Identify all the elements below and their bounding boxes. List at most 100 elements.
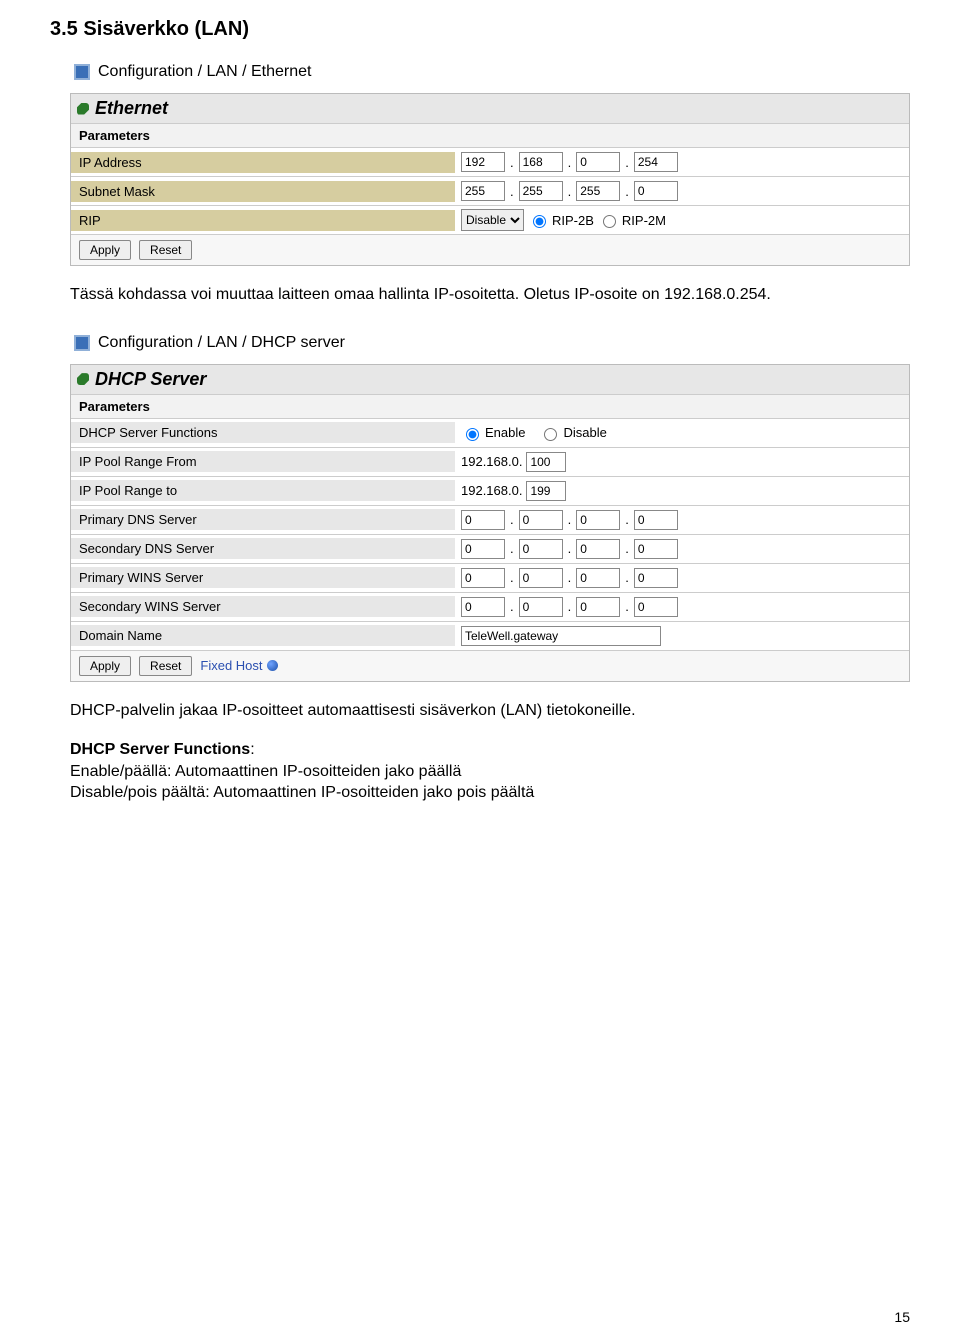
breadcrumb-ethernet: Configuration / LAN / Ethernet [74, 63, 910, 81]
pool-from-input[interactable] [526, 452, 566, 472]
breadcrumb-text: Configuration / LAN / Ethernet [98, 63, 311, 81]
swins-octet-4[interactable] [634, 597, 678, 617]
subnet-mask-row: Subnet Mask . . . [71, 177, 909, 206]
rip-select[interactable]: Disable [461, 209, 524, 231]
pdns-octet-3[interactable] [576, 510, 620, 530]
breadcrumb-dhcp: Configuration / LAN / DHCP server [74, 334, 910, 352]
dot-icon: . [624, 541, 630, 556]
secondary-dns-label: Secondary DNS Server [71, 538, 455, 559]
reset-button[interactable]: Reset [139, 240, 192, 260]
ip-octet-2[interactable] [519, 152, 563, 172]
rip-2m-radio[interactable] [603, 215, 616, 228]
primary-dns-label: Primary DNS Server [71, 509, 455, 530]
fixed-host-link[interactable]: Fixed Host [200, 658, 277, 673]
domain-name-input[interactable] [461, 626, 661, 646]
fixed-host-label: Fixed Host [200, 658, 262, 673]
sdns-octet-2[interactable] [519, 539, 563, 559]
ethernet-panel: Ethernet Parameters IP Address . . . Sub… [70, 93, 910, 266]
dot-icon: . [624, 599, 630, 614]
apply-button[interactable]: Apply [79, 240, 131, 260]
swins-octet-1[interactable] [461, 597, 505, 617]
dot-icon: . [624, 512, 630, 527]
pool-to-label: IP Pool Range to [71, 480, 455, 501]
pool-to-input[interactable] [526, 481, 566, 501]
primary-dns-row: Primary DNS Server . . . [71, 506, 909, 535]
dhcp-enable-label: Enable [485, 425, 525, 440]
section-heading: 3.5 Sisäverkko (LAN) [50, 18, 910, 41]
breadcrumb-text: Configuration / LAN / DHCP server [98, 334, 345, 352]
rip-row: RIP Disable RIP-2B RIP-2M [71, 206, 909, 235]
leaf-icon [77, 103, 89, 115]
dhcp-enable-radio[interactable] [466, 428, 479, 441]
pool-to-prefix: 192.168.0. [461, 483, 522, 498]
pwins-octet-2[interactable] [519, 568, 563, 588]
mask-octet-1[interactable] [461, 181, 505, 201]
primary-wins-row: Primary WINS Server . . . [71, 564, 909, 593]
pool-to-row: IP Pool Range to 192.168.0. [71, 477, 909, 506]
pool-from-row: IP Pool Range From 192.168.0. [71, 448, 909, 477]
pdns-octet-4[interactable] [634, 510, 678, 530]
dhcp-functions-row: DHCP Server Functions Enable Disable [71, 419, 909, 448]
dot-icon: . [567, 184, 573, 199]
ip-octet-4[interactable] [634, 152, 678, 172]
ethernet-parameters-label: Parameters [71, 123, 909, 148]
dot-icon: . [509, 599, 515, 614]
dhcp-panel: DHCP Server Parameters DHCP Server Funct… [70, 364, 910, 682]
dhcp-functions-line1: Enable/päällä: Automaattinen IP-osoittei… [70, 763, 461, 780]
reset-button[interactable]: Reset [139, 656, 192, 676]
ip-address-label: IP Address [71, 152, 455, 173]
dhcp-disable-radio[interactable] [544, 428, 557, 441]
swins-octet-3[interactable] [576, 597, 620, 617]
dot-icon: . [624, 570, 630, 585]
dot-icon: . [567, 512, 573, 527]
rip-2m-label: RIP-2M [622, 213, 666, 228]
ethernet-description: Tässä kohdassa voi muuttaa laitteen omaa… [70, 284, 890, 306]
sdns-octet-3[interactable] [576, 539, 620, 559]
sdns-octet-4[interactable] [634, 539, 678, 559]
secondary-wins-label: Secondary WINS Server [71, 596, 455, 617]
swins-octet-2[interactable] [519, 597, 563, 617]
pdns-octet-2[interactable] [519, 510, 563, 530]
secondary-dns-row: Secondary DNS Server . . . [71, 535, 909, 564]
domain-name-label: Domain Name [71, 625, 455, 646]
page-number: 15 [894, 1309, 910, 1325]
mask-octet-3[interactable] [576, 181, 620, 201]
pwins-octet-1[interactable] [461, 568, 505, 588]
dot-icon: . [567, 570, 573, 585]
mask-octet-4[interactable] [634, 181, 678, 201]
pwins-octet-4[interactable] [634, 568, 678, 588]
rip-2b-label: RIP-2B [552, 213, 594, 228]
dhcp-functions-label: DHCP Server Functions [71, 422, 455, 443]
mask-octet-2[interactable] [519, 181, 563, 201]
ip-octet-1[interactable] [461, 152, 505, 172]
dot-icon: . [509, 512, 515, 527]
rip-2b-radio[interactable] [533, 215, 546, 228]
dhcp-panel-title: DHCP Server [71, 365, 909, 394]
dhcp-title-text: DHCP Server [95, 369, 206, 390]
dhcp-disable-label: Disable [563, 425, 606, 440]
ip-address-row: IP Address . . . [71, 148, 909, 177]
dhcp-functions-line2: Disable/pois päältä: Automaattinen IP-os… [70, 784, 534, 801]
dhcp-button-row: Apply Reset Fixed Host [71, 651, 909, 681]
dot-icon: . [509, 155, 515, 170]
ip-octet-3[interactable] [576, 152, 620, 172]
dot-icon: . [624, 155, 630, 170]
apply-button[interactable]: Apply [79, 656, 131, 676]
dhcp-functions-block: DHCP Server Functions: Enable/päällä: Au… [70, 739, 890, 804]
dot-icon: . [624, 184, 630, 199]
sdns-octet-1[interactable] [461, 539, 505, 559]
ethernet-title-text: Ethernet [95, 98, 168, 119]
pdns-octet-1[interactable] [461, 510, 505, 530]
dhcp-functions-heading: DHCP Server Functions [70, 741, 250, 758]
dot-icon: . [509, 570, 515, 585]
ethernet-panel-title: Ethernet [71, 94, 909, 123]
square-bullet-icon [74, 335, 90, 351]
domain-name-row: Domain Name [71, 622, 909, 651]
dhcp-description: DHCP-palvelin jakaa IP-osoitteet automaa… [70, 700, 890, 722]
secondary-wins-row: Secondary WINS Server . . . [71, 593, 909, 622]
dot-icon: . [567, 155, 573, 170]
pool-from-label: IP Pool Range From [71, 451, 455, 472]
subnet-mask-label: Subnet Mask [71, 181, 455, 202]
pwins-octet-3[interactable] [576, 568, 620, 588]
leaf-icon [77, 373, 89, 385]
